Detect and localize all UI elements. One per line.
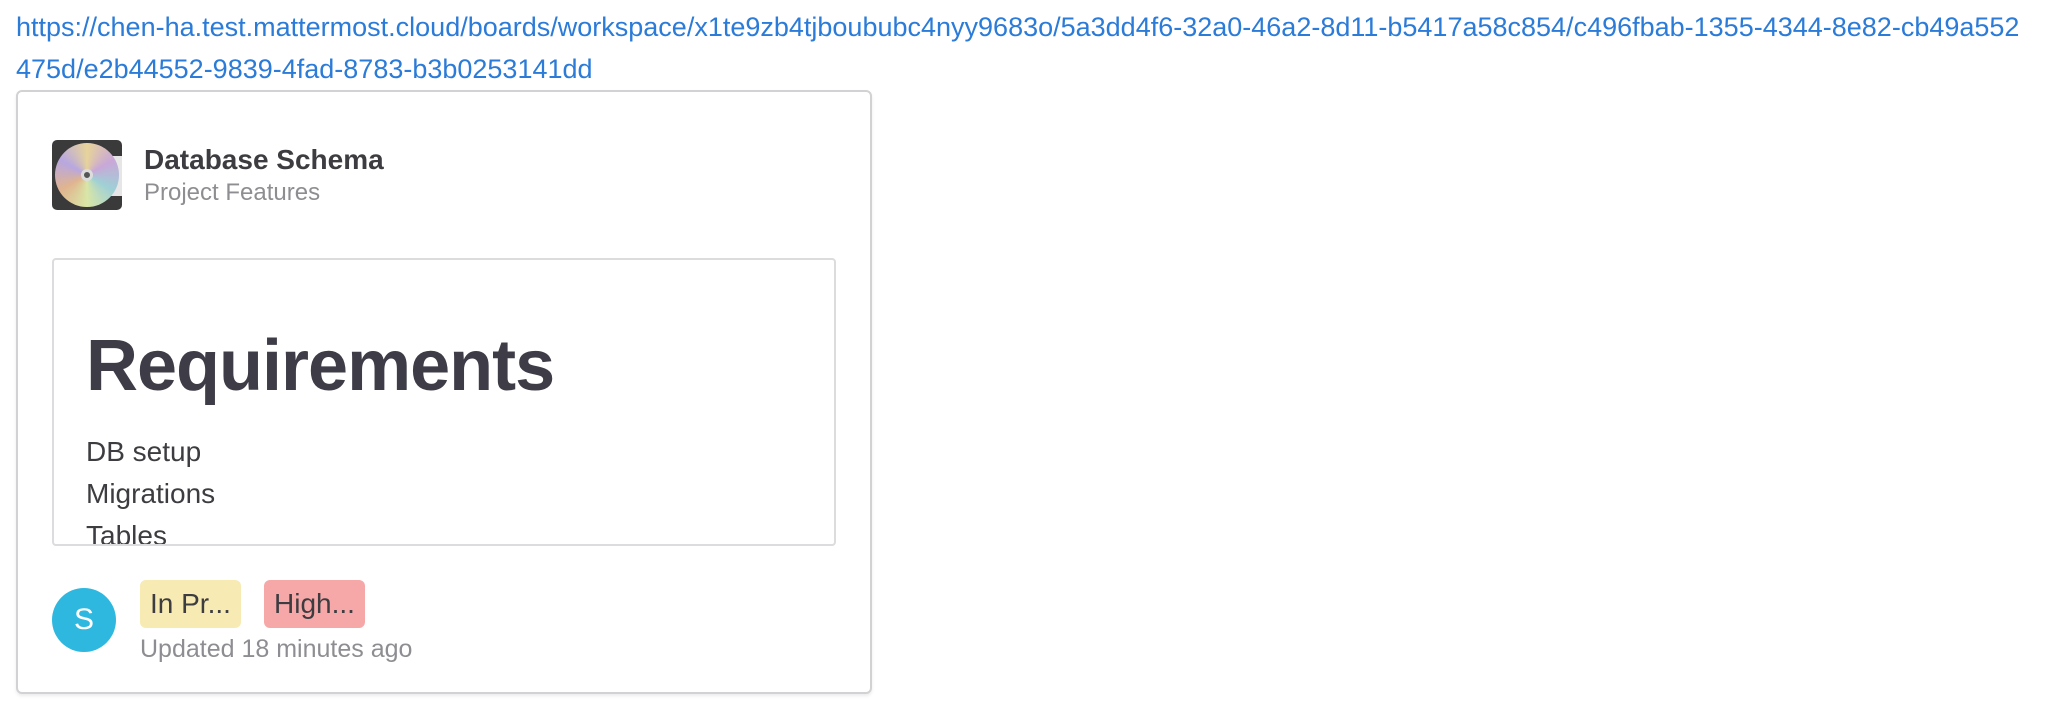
preview-line: Tables (86, 520, 167, 546)
card-title[interactable]: Database Schema (144, 142, 384, 178)
card-content-preview: Requirements DB setup Migrations Tables (52, 258, 836, 546)
card-titles: Database Schema Project Features (144, 142, 384, 208)
preview-line: DB setup (86, 436, 202, 467)
avatar: S (52, 588, 116, 652)
board-name: Project Features (144, 179, 321, 206)
compact-disc-icon (52, 140, 122, 210)
board-card-preview[interactable]: Database Schema Project Features Require… (16, 90, 872, 694)
preview-line: Migrations (86, 478, 216, 509)
disc (55, 143, 119, 207)
permalink-url[interactable]: https://chen-ha.test.mattermost.cloud/bo… (16, 6, 2026, 90)
status-badge: In Pr... (140, 580, 241, 628)
priority-badge: High... (264, 580, 365, 628)
preview-heading: Requirements (86, 326, 555, 406)
updated-timestamp: Updated 18 minutes ago (140, 635, 413, 663)
card-header: Database Schema Project Features (52, 140, 384, 210)
